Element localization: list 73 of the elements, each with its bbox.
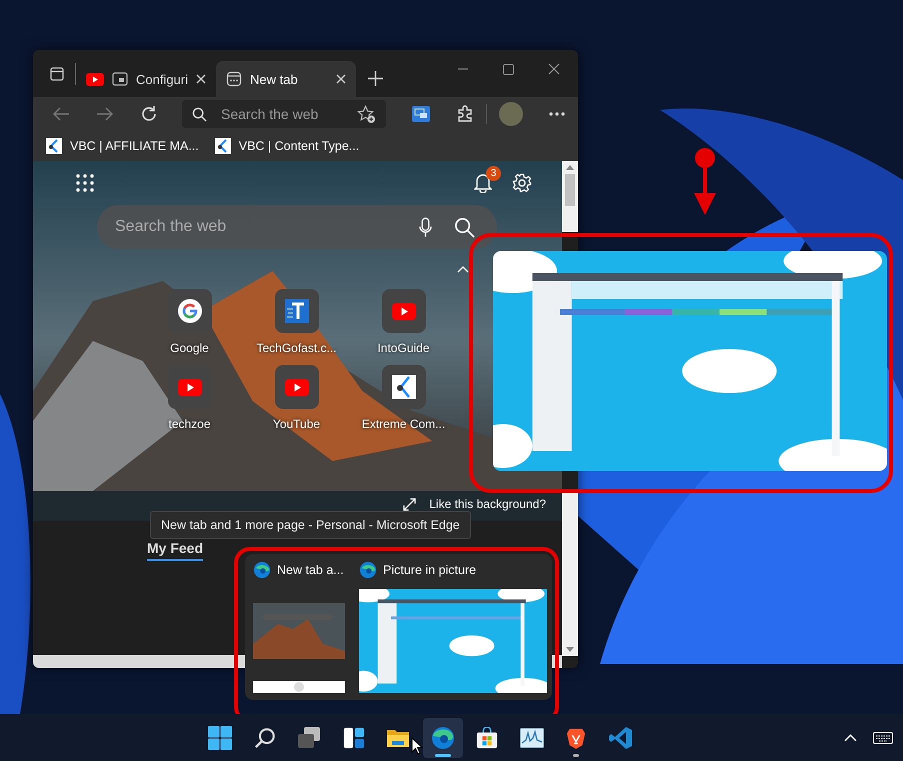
back-icon[interactable]	[52, 106, 70, 122]
address-input[interactable]: Search the web	[219, 105, 345, 123]
add-favorite-icon[interactable]	[357, 104, 376, 124]
search-input[interactable]: Search the web	[113, 217, 397, 237]
quick-link[interactable]: Google	[136, 289, 243, 355]
site-logo-icon	[392, 375, 416, 399]
search-bar[interactable]: Search the web	[97, 205, 497, 249]
site-logo-icon	[46, 138, 62, 154]
taskbar-app[interactable]	[422, 718, 462, 758]
scrollbar-thumb[interactable]	[565, 174, 575, 206]
close-icon[interactable]	[336, 74, 346, 84]
new-tab-plus-icon[interactable]	[368, 71, 383, 86]
collapse-chevron-icon[interactable]	[457, 266, 469, 273]
maximize-icon[interactable]	[503, 64, 514, 74]
more-icon[interactable]	[549, 112, 565, 116]
background-prompt-link[interactable]: Like this background?	[403, 497, 546, 511]
keyboard-icon[interactable]	[873, 732, 893, 744]
puzzle-piece-icon[interactable]	[456, 105, 474, 123]
quick-link[interactable]: YouTube	[243, 365, 350, 431]
forward-icon[interactable]	[96, 106, 114, 122]
t-logo-icon	[284, 299, 308, 323]
browser-tab[interactable]: Configuri	[76, 61, 216, 97]
browser-logo-icon	[430, 726, 454, 750]
task-view-icon	[297, 726, 321, 750]
video-icon	[86, 72, 104, 86]
scrollbar-track[interactable]	[562, 492, 578, 656]
browser-tab[interactable]: New tab	[216, 61, 356, 97]
preview-title[interactable]: New tab a...	[277, 563, 344, 577]
quick-link[interactable]: Extreme Com...	[350, 365, 457, 431]
play-button-icon	[178, 378, 202, 396]
search-icon	[254, 726, 276, 748]
vertical-scrollbar[interactable]	[562, 161, 578, 232]
scroll-down-icon[interactable]	[566, 647, 574, 652]
close-icon[interactable]	[548, 63, 560, 75]
sidebar-icon[interactable]	[49, 66, 65, 82]
lion-shield-icon	[566, 726, 586, 748]
address-bar[interactable]: Search the web	[182, 100, 386, 128]
picture-in-picture-preview[interactable]	[359, 589, 547, 693]
pointer-arrow	[692, 147, 718, 217]
resource-graph-icon	[520, 728, 544, 748]
settings-icon[interactable]	[512, 173, 532, 193]
browser-logo-icon	[253, 561, 271, 579]
code-editor-icon	[608, 726, 632, 750]
picture-in-picture-window[interactable]	[493, 251, 887, 471]
preview-title[interactable]: Picture in picture	[383, 563, 476, 577]
windows-logo-icon	[208, 726, 232, 750]
quick-link[interactable]: TechGofast.c...	[243, 289, 350, 355]
search-icon[interactable]	[454, 216, 475, 238]
microphone-icon[interactable]	[419, 216, 432, 238]
search-icon	[192, 106, 207, 122]
site-logo-icon	[214, 138, 231, 154]
refresh-icon[interactable]	[140, 105, 158, 123]
shopping-bag-icon	[476, 726, 498, 748]
bell-icon[interactable]	[474, 173, 492, 193]
expand-icon	[403, 498, 416, 510]
play-button-icon	[284, 378, 308, 396]
scroll-up-icon[interactable]	[566, 165, 574, 170]
favorite-link[interactable]: VBC | Content Type...	[214, 138, 360, 154]
new-tab-icon	[226, 71, 242, 87]
tooltip: New tab and 1 more page - Personal - Microsoft Edge	[150, 511, 471, 539]
close-icon[interactable]	[196, 74, 206, 84]
widgets-icon	[342, 726, 364, 748]
mouse-cursor-icon	[411, 737, 423, 755]
apps-grid-icon[interactable]	[76, 174, 94, 192]
chevron-up-icon[interactable]	[844, 734, 857, 742]
quick-link[interactable]: IntoGuide	[350, 289, 457, 355]
picture-in-picture-icon[interactable]	[412, 106, 430, 122]
quick-link[interactable]: techzoe	[136, 365, 243, 431]
play-button-icon	[392, 302, 416, 320]
browser-logo-icon	[359, 561, 377, 579]
picture-in-picture-icon	[112, 72, 128, 86]
g-logo-icon	[178, 299, 202, 323]
favorite-link[interactable]: VBC | AFFILIATE MA...	[46, 138, 199, 154]
